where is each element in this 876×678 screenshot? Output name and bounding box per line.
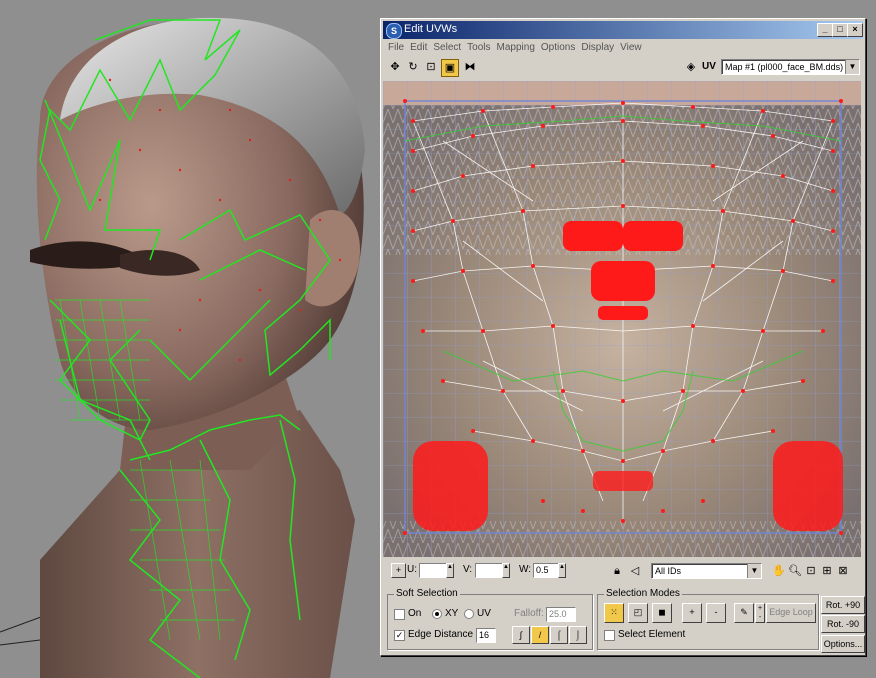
menu-edit[interactable]: Edit [407, 42, 430, 53]
texture-map-value: Map #1 (pl000_face_BM.dds) [725, 62, 844, 72]
soft-on-label: On [408, 608, 422, 619]
ids-filter-dropdown[interactable]: All IDs ▼ [651, 563, 762, 579]
uv-bottom-bar: + U: ▲ V: ▲ W: 0.5 ▲ 🔒︎ ◁ All IDs ▼ ✋ 🔍︎… [383, 560, 863, 582]
u-spinner[interactable]: ▲ [446, 563, 454, 578]
filter-selected-icon[interactable]: ⊠ [835, 563, 851, 579]
select-element-checkbox[interactable] [604, 630, 615, 641]
uv-radio[interactable] [464, 609, 474, 619]
texture-map-dropdown[interactable]: Map #1 (pl000_face_BM.dds) ▼ [721, 59, 860, 75]
rotate-minus-90-button[interactable]: Rot. -90 [821, 615, 865, 633]
chevron-down-icon: ▼ [747, 564, 761, 578]
checker-map-icon[interactable]: ◈ [683, 59, 699, 75]
edge-mode-button[interactable]: ◰ [628, 603, 648, 623]
freeform-icon[interactable]: ▣ [441, 59, 459, 77]
falloff-smooth-button[interactable]: ∫ [512, 626, 530, 644]
pan-icon[interactable]: ✋ [771, 563, 787, 579]
falloff-fastout-button[interactable]: ⌡ [569, 626, 587, 644]
menu-tools[interactable]: Tools [464, 42, 493, 53]
zoom-region-icon[interactable]: ⊡ [803, 563, 819, 579]
soft-selection-group: Soft Selection On XY UV Falloff: 25.0 ✓ … [387, 588, 593, 650]
window-title: Edit UVWs [404, 23, 458, 35]
v-field[interactable] [475, 563, 503, 578]
menu-options[interactable]: Options [538, 42, 578, 53]
scale-icon[interactable]: ⊡ [423, 59, 439, 75]
uv-radio-label: UV [477, 608, 491, 619]
zoom-icon[interactable]: 🔍︎ [787, 563, 803, 579]
w-field[interactable]: 0.5 [533, 563, 559, 578]
edge-loop-button[interactable]: Edge Loop [766, 603, 816, 623]
xy-radio[interactable] [432, 609, 442, 619]
rotate-icon[interactable]: ↻ [405, 59, 421, 75]
grow-selection-button[interactable]: + [682, 603, 702, 623]
chevron-down-icon: ▼ [845, 60, 859, 74]
selection-modes-group: Selection Modes ⁙ ◰ ◼ + - ✎ + - Edge Loop… [597, 588, 819, 650]
soft-on-checkbox[interactable] [394, 609, 405, 620]
soft-selection-title: Soft Selection [394, 588, 460, 599]
absolute-offset-toggle[interactable]: + [391, 563, 406, 578]
maximize-button[interactable]: □ [832, 23, 848, 37]
v-label: V: [463, 564, 473, 575]
uv-edit-canvas[interactable] [383, 81, 861, 557]
vertex-mode-button[interactable]: ⁙ [604, 603, 624, 623]
uv-display-toggle[interactable]: UV [701, 59, 717, 75]
menu-display[interactable]: Display [578, 42, 617, 53]
menu-mapping[interactable]: Mapping [494, 42, 538, 53]
w-spinner[interactable]: ▲ [558, 563, 566, 578]
hide-icon[interactable]: ◁ [627, 563, 643, 579]
menu-file[interactable]: File [385, 42, 407, 53]
uv-toolbar: ✥ ↻ ⊡ ▣ ⧓ ◈ UV Map #1 (pl000_face_BM.dds… [383, 57, 863, 79]
zoom-extents-icon[interactable]: ⊞ [819, 563, 835, 579]
edge-distance-field[interactable]: 16 [476, 628, 496, 643]
shrink-selection-button[interactable]: - [706, 603, 726, 623]
move-icon[interactable]: ✥ [387, 59, 403, 75]
paint-select-icon[interactable]: ✎ [734, 603, 754, 623]
edge-distance-label: Edge Distance [408, 629, 474, 640]
options-button[interactable]: Options... [821, 635, 865, 653]
minimize-button[interactable]: _ [817, 23, 833, 37]
rotate-plus-90-button[interactable]: Rot. +90 [821, 596, 865, 614]
edge-distance-checkbox[interactable]: ✓ [394, 630, 405, 641]
paint-size-spinner[interactable]: + - [755, 603, 765, 623]
falloff-slowout-button[interactable]: ⌠ [550, 626, 568, 644]
ids-filter-value: All IDs [655, 566, 682, 576]
title-bar[interactable]: S Edit UVWs _ □ × [383, 21, 863, 39]
lock-icon[interactable]: 🔒︎ [609, 563, 625, 579]
app-logo-icon: S [386, 23, 402, 39]
close-button[interactable]: × [847, 23, 863, 37]
menu-select[interactable]: Select [430, 42, 464, 53]
xy-label: XY [445, 608, 459, 619]
falloff-linear-button[interactable]: / [531, 626, 549, 644]
v-spinner[interactable]: ▲ [502, 563, 510, 578]
selection-modes-title: Selection Modes [604, 588, 682, 599]
menu-bar: File Edit Select Tools Mapping Options Display… [385, 41, 645, 57]
w-label: W: [519, 564, 532, 575]
u-label: U: [407, 564, 417, 575]
u-field[interactable] [419, 563, 447, 578]
mirror-icon[interactable]: ⧓ [462, 59, 478, 75]
uv-texture-and-mesh [383, 81, 861, 557]
falloff-label: Falloff: [514, 608, 544, 619]
select-element-label: Select Element [618, 629, 686, 640]
face-mode-button[interactable]: ◼ [652, 603, 672, 623]
falloff-field[interactable]: 25.0 [546, 607, 576, 622]
menu-view[interactable]: View [617, 42, 645, 53]
